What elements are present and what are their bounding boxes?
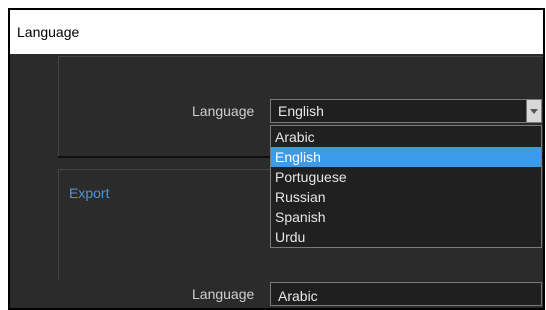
language-select[interactable]: English	[270, 99, 542, 123]
chevron-down-icon[interactable]	[526, 100, 541, 122]
dropdown-option-portuguese[interactable]: Portuguese	[271, 167, 541, 187]
dropdown-option-spanish[interactable]: Spanish	[271, 207, 541, 227]
language-dialog: Language Export Language English Languag…	[8, 8, 545, 310]
export-language-label: Language	[192, 286, 255, 302]
dropdown-option-arabic[interactable]: Arabic	[271, 127, 541, 147]
dropdown-option-urdu[interactable]: Urdu	[271, 227, 541, 247]
export-language-select[interactable]: Arabic	[270, 282, 542, 306]
language-dropdown-list[interactable]: Arabic English Portuguese Russian Spanis…	[270, 125, 542, 248]
export-language-select-value: Arabic	[278, 288, 318, 304]
language-select-value: English	[278, 103, 324, 119]
language-label: Language	[192, 103, 255, 119]
window-title: Language	[10, 10, 543, 54]
dropdown-option-russian[interactable]: Russian	[271, 187, 541, 207]
dropdown-option-english[interactable]: English	[271, 147, 541, 167]
export-section-title: Export	[69, 185, 110, 201]
